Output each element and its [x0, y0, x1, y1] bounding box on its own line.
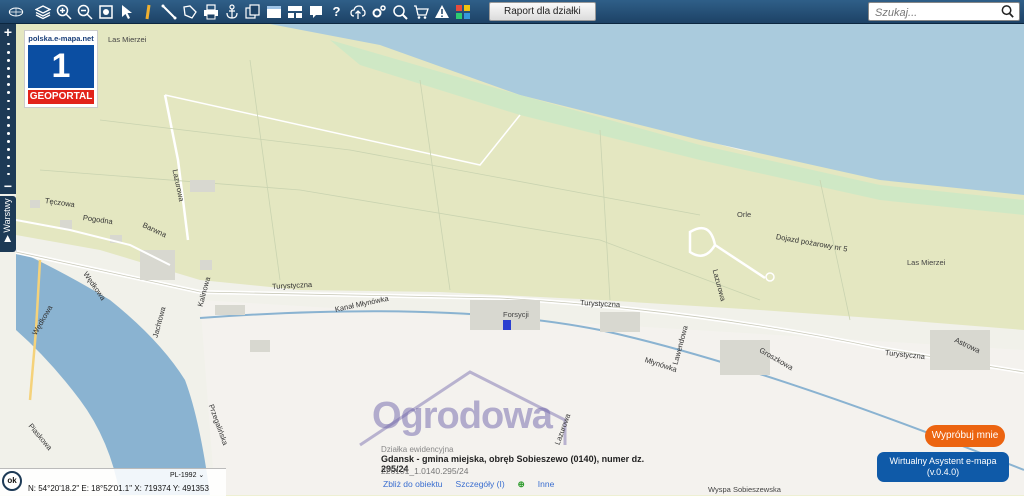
top-toolbar: ? Raport dla działki — [0, 0, 1024, 24]
zoom-level[interactable] — [6, 140, 10, 143]
zoom-level[interactable] — [6, 67, 10, 70]
logo-number: 1 — [28, 45, 94, 88]
zoom-out-icon[interactable] — [74, 1, 95, 23]
cloud-upload-icon[interactable] — [347, 1, 368, 23]
zoom-level[interactable] — [6, 115, 10, 119]
zoom-minus-button[interactable]: − — [4, 178, 12, 194]
map-label: Orle — [737, 210, 752, 219]
map-label: Forsycji — [503, 310, 529, 319]
parcel-id: 226101_1.0140.295/24 — [381, 466, 469, 476]
zoom-level[interactable] — [6, 99, 10, 103]
help-icon[interactable]: ? — [326, 1, 347, 23]
search-map-icon[interactable] — [389, 1, 410, 23]
cart-icon[interactable] — [410, 1, 431, 23]
zoom-to-object-link[interactable]: Zbliż do obiektu — [383, 479, 443, 490]
globe-icon[interactable] — [0, 1, 32, 23]
zoom-level[interactable] — [6, 148, 10, 152]
copy-icon[interactable] — [242, 1, 263, 23]
window-icon[interactable] — [263, 1, 284, 23]
zoom-level[interactable] — [6, 42, 10, 46]
other-link[interactable]: Inne — [538, 479, 555, 490]
zoom-bar: + − — [0, 24, 16, 194]
zoom-level[interactable] — [6, 83, 10, 87]
settings-icon[interactable] — [368, 1, 389, 23]
zoom-level[interactable] — [6, 75, 10, 78]
measure-distance-icon[interactable] — [158, 1, 179, 23]
zoom-level[interactable] — [6, 172, 10, 176]
logo-site: polska.e-mapa.net — [28, 34, 94, 43]
layers-tab[interactable]: ▶ Warstwy — [0, 196, 16, 252]
zoom-level[interactable] — [6, 107, 10, 111]
ok-button[interactable]: ok — [2, 471, 22, 491]
zoom-level[interactable] — [6, 164, 10, 168]
zoom-level[interactable] — [6, 58, 10, 62]
anchor-icon[interactable] — [221, 1, 242, 23]
zoom-level[interactable] — [6, 156, 10, 160]
parcel-title: Działka ewidencyjna — [381, 445, 454, 454]
map-label: Las Mierzei — [108, 35, 147, 44]
chevron-down-icon: ⌄ — [198, 472, 205, 479]
info-icon[interactable] — [137, 1, 158, 23]
watermark-text: Ogrodowa — [372, 395, 553, 437]
comment-icon[interactable] — [305, 1, 326, 23]
layers-icon[interactable] — [32, 1, 53, 23]
zoom-level[interactable] — [6, 91, 10, 95]
zoom-level[interactable] — [6, 132, 10, 135]
search-input[interactable] — [869, 4, 1009, 22]
assistant-version: (v.0.4.0) — [926, 467, 960, 477]
full-extent-icon[interactable] — [95, 1, 116, 23]
zoom-plus-button[interactable]: + — [4, 24, 12, 40]
assistant-title: Wirtualny Asystent e-mapa — [889, 456, 997, 466]
map-marker[interactable] — [503, 320, 511, 330]
search-icon[interactable] — [1000, 4, 1015, 19]
crs-select[interactable]: PL-1992 ⌄ — [170, 471, 204, 479]
zoom-in-icon[interactable] — [53, 1, 74, 23]
pointer-icon[interactable] — [116, 1, 137, 23]
zoom-level[interactable] — [6, 123, 10, 127]
coordinates-panel: ok PL-1992 ⌄ N: 54°20'18.2" E: 18°52'01.… — [0, 468, 226, 496]
apps-grid-icon[interactable] — [452, 1, 473, 23]
parcel-info-panel: Działka ewidencyjna Gdansk - gmina miejs… — [377, 442, 667, 494]
map-label: Wyspa Sobieszewska — [708, 485, 781, 494]
search-box — [868, 2, 1020, 22]
report-button[interactable]: Raport dla działki — [489, 2, 596, 21]
layout-icon[interactable] — [284, 1, 305, 23]
coordinates-readout: N: 54°20'18.2" E: 18°52'01.1" X: 719374 … — [28, 484, 209, 493]
geoportal-logo[interactable]: polska.e-mapa.net 1 GEOPORTAL — [24, 30, 98, 108]
warning-icon[interactable] — [431, 1, 452, 23]
map-label: Las Mierzei — [907, 258, 946, 267]
virtual-assistant-button[interactable]: Wirtualny Asystent e-mapa (v.0.4.0) — [877, 452, 1009, 482]
measure-area-icon[interactable] — [179, 1, 200, 23]
print-icon[interactable] — [200, 1, 221, 23]
layers-tab-label: ▶ Warstwy — [2, 198, 12, 242]
details-link[interactable]: Szczegóły (I) — [456, 479, 505, 490]
logo-text: GEOPORTAL — [28, 90, 94, 104]
plus-icon[interactable]: ⊕ — [518, 479, 525, 490]
zoom-level[interactable] — [6, 50, 10, 54]
try-me-button[interactable]: Wypróbuj mnie — [925, 425, 1005, 447]
